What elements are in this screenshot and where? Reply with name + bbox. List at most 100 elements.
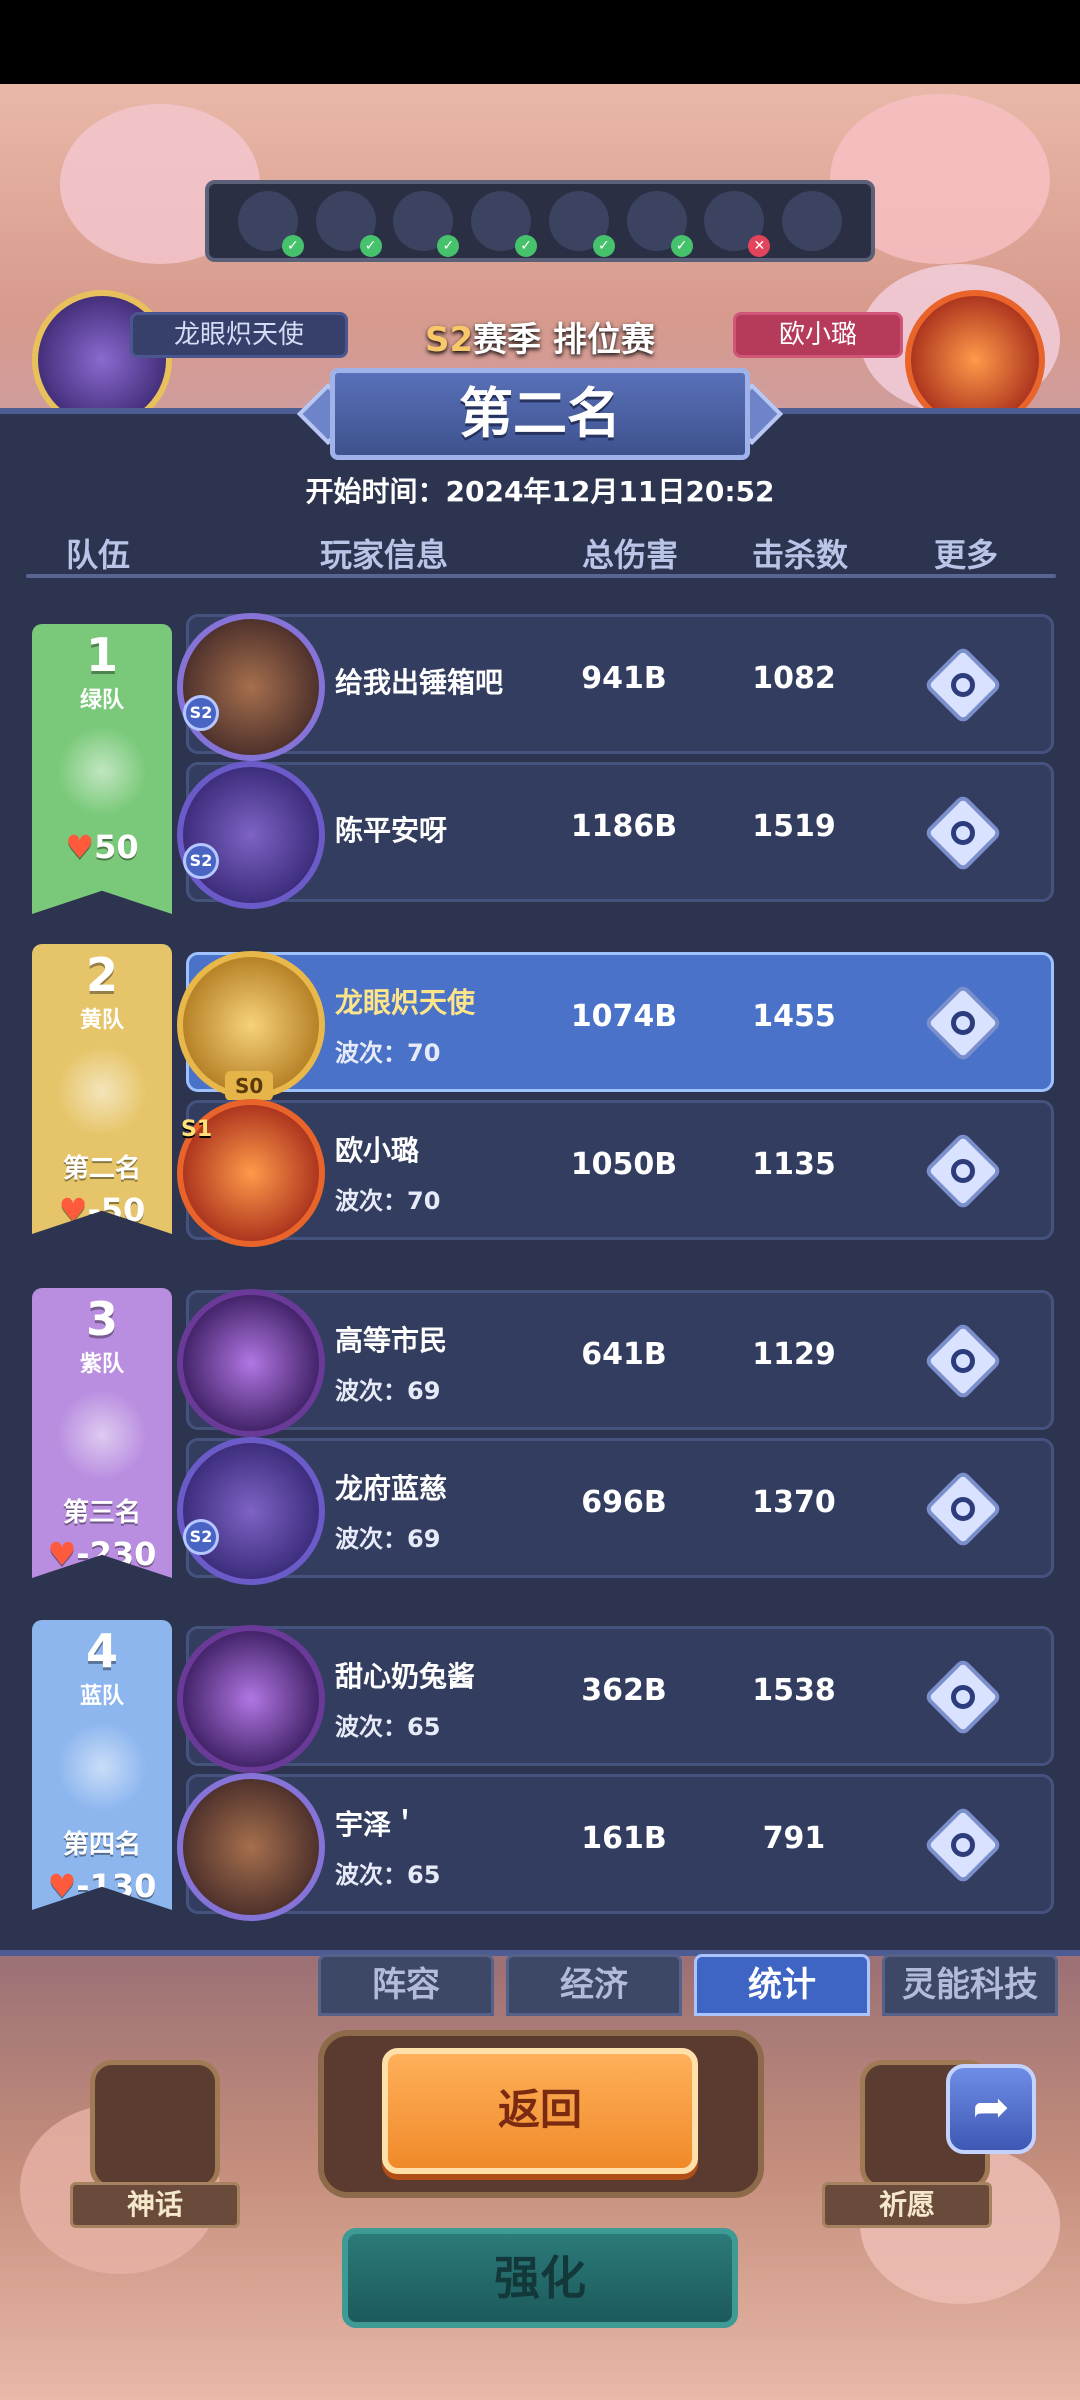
player-avatar[interactable]: S2 [177,613,325,761]
player-wave: 波次：65 [335,1861,441,1889]
team-name: 蓝队 [79,1684,124,1709]
detail-search-button[interactable] [923,1805,1003,1885]
player-kills: 1129 [752,1337,836,1372]
tab-psionic-tech[interactable]: 灵能科技 [882,1954,1058,2016]
team-name: 绿队 [79,688,124,713]
check-icon: ✓ [592,235,615,257]
team-place: 第二名 [62,1154,141,1184]
header-more: 更多 [934,536,999,574]
detail-search-button[interactable] [923,1469,1003,1549]
season-badge: S2 [183,843,219,879]
strengthen-button[interactable]: 强化 [342,2228,738,2328]
player-avatar[interactable] [177,1773,325,1921]
player-wave: 波次：69 [335,1525,441,1553]
detail-search-button[interactable] [923,793,1003,873]
team-banner-4: 4 蓝队 第四名 ♥-130 [32,1620,172,1910]
player-kills: 1135 [752,1147,836,1182]
team-name: 黄队 [79,1008,124,1033]
player-row: 高等市民波次：69 641B 1129 [177,1289,1054,1437]
team-rank: 3 [85,1292,118,1346]
team-rank: 4 [85,1624,118,1678]
header-damage: 总伤害 [582,536,679,574]
player-row: 宇泽＇ 波次：65 161B 791 [177,1773,1054,1921]
tab-economy[interactable]: 经济 [506,1954,682,2016]
player-name: 龙府蓝慈 [335,1472,448,1505]
player-name: 欧小璐 [335,1134,420,1167]
detail-search-button[interactable] [923,983,1003,1063]
status-bar [0,0,1080,84]
check-icon: ✓ [515,235,538,257]
player-name: 给我出锤箱吧 [335,666,504,699]
player-wave: 波次：70 [335,1187,441,1215]
season-badge: S0 [225,1071,274,1101]
player-damage: 696B [581,1485,667,1520]
player-row: 甜心奶兔酱 波次：65 362B 1538 [177,1625,1054,1773]
player-name: 甜心奶兔酱 [335,1660,476,1693]
player-name: 陈平安呀 [335,814,448,847]
share-icon[interactable]: ➦ [946,2064,1036,2154]
player-avatar[interactable]: S2 [177,761,325,909]
tab-statistics[interactable]: 统计 [694,1954,870,2016]
tab-lineup[interactable]: 阵容 [318,1954,494,2016]
player-damage: 161B [581,1821,667,1856]
magnifier-icon [951,1497,975,1521]
player-row: S2 龙府蓝慈波次：69 696B 1370 [177,1437,1054,1585]
left-player-name: 龙眼炽天使 [130,312,348,358]
season-prefix: S2 [425,320,474,360]
player-row: S2 给我出锤箱吧 941B 1082 [177,613,1054,761]
season-label: S2赛季 排位赛 [380,312,700,362]
blocked-icon: ✕ [748,235,771,257]
player-avatar[interactable]: S2 [177,1437,325,1585]
team-emblem-icon [57,1722,147,1812]
season-badge: S1 [181,1117,213,1142]
player-damage: 641B [581,1337,667,1372]
magnifier-icon [951,1349,975,1373]
player-kills: 1519 [752,809,836,844]
team-place: 第四名 [62,1830,141,1860]
right-player-name: 欧小璐 [733,312,903,358]
player-name: 龙眼炽天使 [335,986,476,1019]
player-wave: 波次：65 [335,1713,441,1741]
team-emblem-icon [57,726,147,816]
player-row: S0 龙眼炽天使 波次：70 1074B 1455 [177,951,1054,1101]
header-divider [26,574,1056,578]
flame-icon: ✕ [704,191,771,257]
myth-icon[interactable] [90,2060,220,2190]
player-kills: 1370 [752,1485,836,1520]
team-emblem-icon [57,1046,147,1136]
player-avatar[interactable] [177,1625,325,1773]
player-kills: 1082 [752,661,836,696]
check-icon: ✓ [281,235,304,257]
myth-button[interactable]: 神话 [70,2182,240,2228]
start-time: 开始时间：2024年12月11日20:52 [305,475,775,508]
return-button[interactable]: 返回 [382,2048,698,2174]
detail-search-button[interactable] [923,1657,1003,1737]
player-damage: 362B [581,1673,667,1708]
leaf-skill-icon: ✓ [237,191,304,257]
detail-search-button[interactable] [923,645,1003,725]
player-name: 宇泽＇ [335,1808,420,1841]
season-badge: S2 [183,695,219,731]
player-row: S2 陈平安呀 1186B 1519 [177,761,1054,909]
detail-search-button[interactable] [923,1321,1003,1401]
player-wave: 波次：69 [335,1377,441,1405]
player-name: 高等市民 [335,1324,448,1357]
player-kills: 1455 [752,999,836,1034]
header-player: 玩家信息 [320,536,449,574]
season-title: 赛季 排位赛 [473,320,655,360]
magnifier-icon [951,673,975,697]
sword-icon: ✓ [393,191,460,257]
placement-title: 第二名 [330,368,750,460]
check-icon: ✓ [437,235,460,257]
player-avatar[interactable]: S1 [177,1099,325,1247]
team-score-value: 50 [94,828,139,866]
player-avatar[interactable] [177,1289,325,1437]
ice-hero-icon: ✓ [626,191,693,257]
season-badge: S2 [183,1519,219,1555]
detail-search-button[interactable] [923,1131,1003,1211]
wish-button[interactable]: 祈愿 [822,2182,992,2228]
player-damage: 1074B [570,999,678,1034]
player-avatar[interactable]: S0 [177,951,325,1101]
player-damage: 1050B [570,1147,678,1182]
placement-title-text: 第二名 [459,382,621,445]
